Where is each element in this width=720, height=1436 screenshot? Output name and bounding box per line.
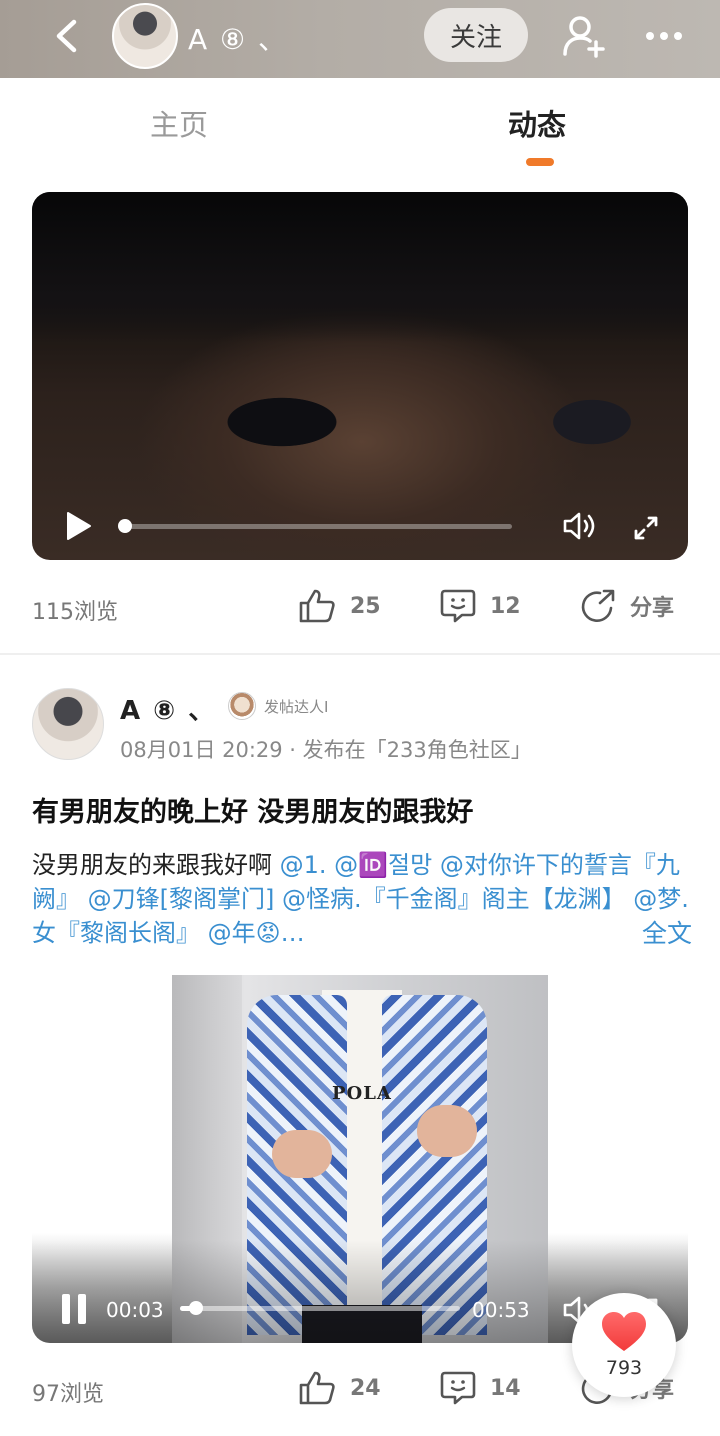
follow-button[interactable]: 关注 xyxy=(424,8,528,62)
thumbs-up-icon xyxy=(299,589,335,623)
chevron-left-icon xyxy=(56,19,77,53)
post-body[interactable]: 没男朋友的来跟我好啊 @1. @🆔절망 @对你许下的誓言『九阙』 @刀锋[黎阁掌… xyxy=(32,848,692,950)
shirt-print: POLA xyxy=(332,1083,392,1104)
pause-button[interactable] xyxy=(62,1294,88,1324)
share-label: 分享 xyxy=(630,596,675,621)
avatar[interactable] xyxy=(112,3,178,69)
full-text-link[interactable]: 全文 xyxy=(632,914,693,950)
dot-icon xyxy=(646,32,654,40)
floating-like-count: 793 xyxy=(605,1357,643,1379)
author-badge: 发帖达人I xyxy=(264,698,329,716)
like-count: 25 xyxy=(350,593,381,619)
floating-like-button[interactable]: 793 xyxy=(572,1293,676,1397)
post-meta: 08月01日 20:29 · 发布在「233角色社区」 xyxy=(120,738,532,762)
heart-icon xyxy=(602,1312,646,1351)
share-icon xyxy=(581,589,615,622)
mention-link[interactable]: @怪病.『千金阁』阁主【龙渊】 xyxy=(282,885,633,913)
video-progress-handle[interactable] xyxy=(118,519,132,533)
video-progress-bar[interactable] xyxy=(122,524,512,529)
active-tab-indicator xyxy=(526,158,554,166)
thumbs-up-icon xyxy=(299,1371,335,1405)
like-count: 24 xyxy=(350,1375,381,1401)
video-player[interactable] xyxy=(32,192,688,560)
total-time: 00:53 xyxy=(472,1298,530,1322)
like-button[interactable]: 24 xyxy=(298,1370,381,1406)
dot-icon xyxy=(660,32,668,40)
header-user-name: A ⑧ 、 xyxy=(188,23,289,56)
view-count: 115浏览 xyxy=(32,600,118,625)
comment-icon xyxy=(440,589,476,623)
view-count: 97浏览 xyxy=(32,1382,104,1407)
video-progress-bar[interactable] xyxy=(180,1301,460,1315)
share-button[interactable]: 分享 xyxy=(580,588,674,624)
add-user-icon xyxy=(563,16,605,58)
mention-link[interactable]: @年😡… xyxy=(208,919,305,947)
badge-icon xyxy=(228,692,256,720)
like-button[interactable]: 25 xyxy=(298,588,381,624)
post-title[interactable]: 有男朋友的晚上好 没男朋友的跟我好 xyxy=(32,790,473,829)
hand-left xyxy=(272,1130,332,1178)
pause-icon xyxy=(78,1294,86,1324)
back-button[interactable] xyxy=(44,14,88,58)
tab-feed[interactable]: 动态 xyxy=(508,102,566,144)
add-friend-button[interactable] xyxy=(560,12,608,60)
comment-button[interactable]: 14 xyxy=(440,1370,521,1406)
comment-button[interactable]: 12 xyxy=(440,588,521,624)
mention-link[interactable]: @刀锋[黎阁掌门] xyxy=(88,885,282,913)
comment-count: 12 xyxy=(490,593,521,619)
mention-link[interactable]: @🆔절망 xyxy=(334,851,440,879)
hand-right xyxy=(417,1105,477,1157)
video-frame xyxy=(32,192,688,342)
pause-icon xyxy=(62,1294,70,1324)
dot-icon xyxy=(674,32,682,40)
volume-icon[interactable] xyxy=(562,510,598,542)
feed-divider xyxy=(0,653,720,655)
top-bar: A ⑧ 、 关注 xyxy=(0,0,720,78)
avatar[interactable] xyxy=(32,688,104,760)
play-icon[interactable] xyxy=(62,510,94,542)
comment-count: 14 xyxy=(490,1375,521,1401)
tab-home[interactable]: 主页 xyxy=(150,102,208,144)
video-progress-handle[interactable] xyxy=(188,1301,203,1315)
current-time: 00:03 xyxy=(106,1298,164,1322)
fullscreen-icon[interactable] xyxy=(632,514,660,542)
mention-link[interactable]: @1. xyxy=(280,851,335,879)
post-author-name[interactable]: A ⑧ 、 xyxy=(120,690,216,727)
comment-icon xyxy=(440,1371,476,1405)
more-options-button[interactable] xyxy=(640,18,688,54)
post-body-text: 没男朋友的来跟我好啊 xyxy=(32,851,280,879)
